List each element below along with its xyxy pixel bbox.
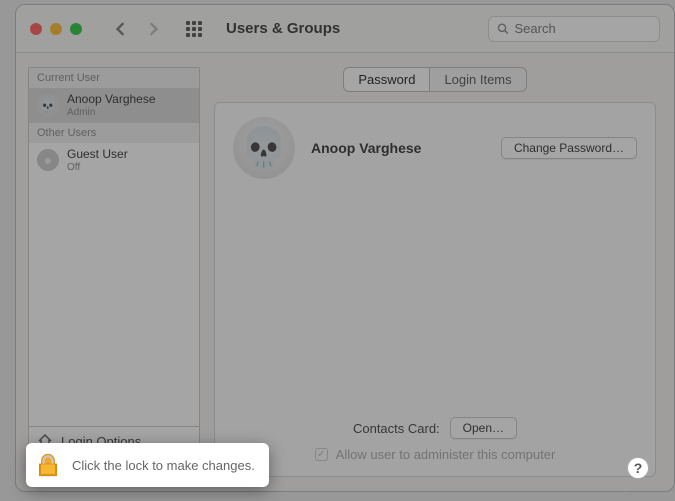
sidebar: Current User 💀 Anoop Varghese Admin Othe…: [28, 67, 200, 477]
display-name: Anoop Varghese: [311, 140, 421, 156]
minimize-icon[interactable]: [50, 23, 62, 35]
user-status: Off: [67, 162, 128, 173]
search-field[interactable]: [488, 16, 660, 42]
contacts-label: Contacts Card:: [353, 421, 440, 436]
titlebar: Users & Groups: [16, 5, 674, 53]
page-title: Users & Groups: [226, 20, 340, 37]
nav-arrows: [114, 22, 160, 36]
show-all-icon[interactable]: [186, 21, 202, 37]
lock-hint-text: Click the lock to make changes.: [72, 458, 255, 473]
sidebar-user-current[interactable]: 💀 Anoop Varghese Admin: [29, 88, 199, 123]
admin-checkbox: ✓: [315, 448, 328, 461]
window-controls: [30, 23, 82, 35]
tab-login-items[interactable]: Login Items: [430, 67, 526, 92]
admin-row: ✓ Allow user to administer this computer: [233, 447, 637, 462]
section-header-current: Current User: [29, 68, 199, 88]
tab-password[interactable]: Password: [343, 67, 430, 92]
content: Current User 💀 Anoop Varghese Admin Othe…: [16, 53, 674, 491]
zoom-icon[interactable]: [70, 23, 82, 35]
user-header: 💀 Anoop Varghese Change Password…: [233, 117, 637, 179]
help-button[interactable]: ?: [627, 457, 649, 479]
section-header-other: Other Users: [29, 123, 199, 143]
avatar-large[interactable]: 💀: [233, 117, 295, 179]
user-list: Current User 💀 Anoop Varghese Admin Othe…: [28, 67, 200, 427]
close-icon[interactable]: [30, 23, 42, 35]
forward-icon[interactable]: [146, 22, 160, 36]
search-input[interactable]: [515, 21, 651, 36]
user-name: Anoop Varghese: [67, 93, 156, 107]
admin-checkbox-label: Allow user to administer this computer: [336, 447, 556, 462]
open-contacts-button[interactable]: Open…: [450, 417, 517, 439]
search-icon: [497, 22, 509, 35]
back-icon[interactable]: [114, 22, 128, 36]
lock-callout: Click the lock to make changes.: [26, 443, 269, 487]
tab-bar: Password Login Items: [214, 67, 656, 92]
sidebar-user-guest[interactable]: ● Guest User Off: [29, 143, 199, 178]
contacts-row: Contacts Card: Open…: [233, 417, 637, 439]
avatar-icon: ●: [37, 149, 59, 171]
lock-icon[interactable]: [34, 451, 62, 479]
password-panel: 💀 Anoop Varghese Change Password… Contac…: [214, 102, 656, 477]
main-panel: Password Login Items 💀 Anoop Varghese Ch…: [214, 67, 656, 477]
change-password-button[interactable]: Change Password…: [501, 137, 637, 159]
user-role: Admin: [67, 107, 156, 118]
watermark: www.deuaq.com: [598, 489, 671, 499]
prefs-window: Users & Groups Current User 💀 Anoop Varg…: [15, 4, 675, 492]
user-name: Guest User: [67, 148, 128, 162]
avatar-icon: 💀: [37, 94, 59, 116]
